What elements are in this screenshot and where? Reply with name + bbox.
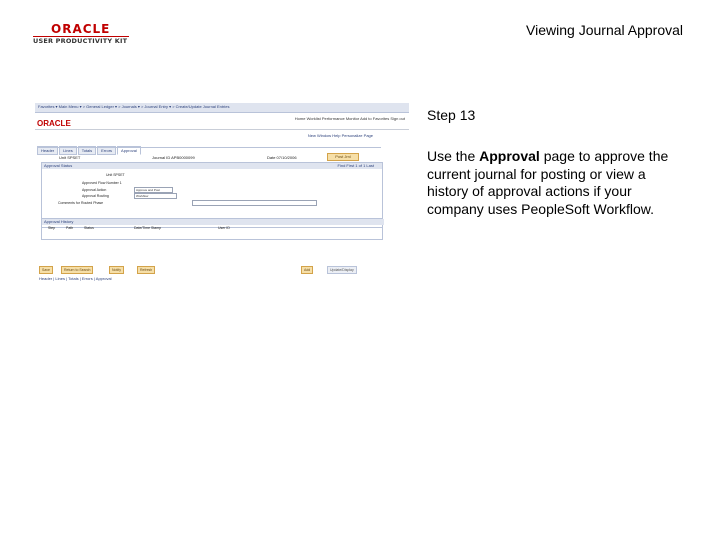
col-path: Path	[66, 226, 74, 230]
return-to-search-button[interactable]: Return to Search	[61, 266, 94, 274]
save-button[interactable]: Save	[39, 266, 53, 274]
desc-before: Use the	[427, 148, 480, 164]
field-unit-label: Unit SPSET	[106, 173, 125, 177]
logo-product: USER PRODUCTIVITY KIT	[33, 37, 128, 45]
field-comments-label: Comments for Routed Phase	[58, 201, 104, 205]
application-screenshot: Favorites ▾ Main Menu ▾ > General Ledger…	[35, 103, 409, 285]
approval-history-columns: Step Path Status Date/Time Stamp User ID	[42, 225, 382, 231]
top-links[interactable]: Home Worklist Performance Monitor Add to…	[295, 116, 405, 121]
desc-bold: Approval	[479, 148, 540, 164]
step-label: Step 13	[427, 107, 476, 123]
tab-strip: Header Lines Totals Errors Approval	[37, 139, 142, 155]
field-flow-label: Approved Flow Number 1	[82, 181, 122, 185]
approval-history-box: Approval History Step Path Status Date/T…	[41, 218, 384, 240]
oracle-upk-logo: ORACLE USER PRODUCTIVITY KIT	[33, 22, 129, 48]
approval-status-title: Approval Status	[44, 163, 73, 168]
post-journal-button[interactable]: Post Jrnl	[327, 153, 359, 161]
refresh-button[interactable]: Refresh	[137, 266, 156, 274]
approval-routing-select[interactable]: Workflow	[134, 193, 177, 199]
col-user-id: User ID	[218, 226, 230, 230]
journal-line: Journal ID APB0000099	[152, 155, 195, 160]
field-action-label: Approval Action	[82, 188, 107, 192]
logo-brand: ORACLE	[51, 22, 111, 36]
approval-panel: Unit SPSET Journal ID APB0000099 Date 07…	[37, 147, 384, 271]
step-description: Use the Approval page to approve the cur…	[427, 148, 689, 218]
comments-input[interactable]	[192, 200, 317, 206]
page-toolbar[interactable]: New Window Help Personalize Page	[308, 133, 373, 138]
update-display-button[interactable]: Update/Display	[327, 266, 357, 274]
add-button[interactable]: Add	[301, 266, 314, 274]
approval-status-header: Approval Status Find First 1 of 1 Last	[42, 163, 382, 169]
unit-line: Unit SPSET	[59, 155, 81, 160]
menu-bar: Favorites ▾ Main Menu ▾ > General Ledger…	[35, 103, 409, 113]
action-bar: Save Return to Search Notify Refresh Add…	[39, 266, 369, 274]
col-step: Step	[48, 226, 56, 230]
approval-status-nav[interactable]: Find First 1 of 1 Last	[338, 163, 374, 169]
brand-divider	[35, 129, 409, 130]
document-title: Viewing Journal Approval	[526, 22, 683, 38]
bottom-page-links[interactable]: Header | Lines | Totals | Errors | Appro…	[39, 276, 112, 281]
col-status: Status	[84, 226, 94, 230]
col-date-time: Date/Time Stamp	[134, 226, 162, 230]
app-branding: ORACLE Home Worklist Performance Monitor…	[35, 113, 409, 130]
date-line: Date 07/10/2006	[267, 155, 297, 160]
notify-button[interactable]: Notify	[109, 266, 124, 274]
field-routing-label: Approval Routing	[82, 194, 109, 198]
app-brand: ORACLE	[37, 119, 71, 128]
breadcrumb[interactable]: Favorites ▾ Main Menu ▾ > General Ledger…	[38, 104, 229, 109]
